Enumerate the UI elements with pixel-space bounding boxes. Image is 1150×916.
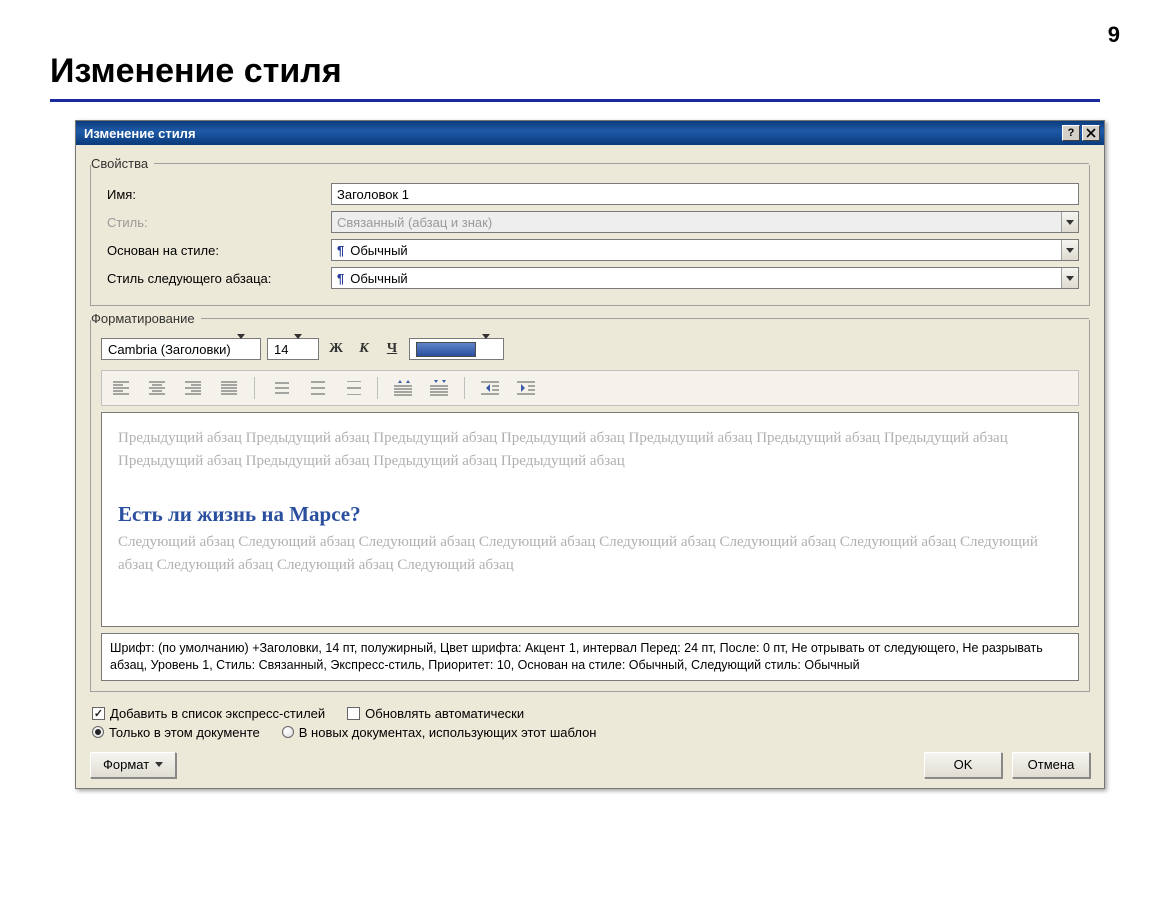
checkbox-unchecked-icon [347, 707, 360, 720]
add-to-quick-styles-checkbox[interactable]: ✓ Добавить в список экспресс-стилей [92, 706, 325, 721]
pilcrow-icon: ¶ [337, 271, 344, 286]
italic-button[interactable]: К [353, 338, 375, 360]
align-center-button[interactable] [146, 378, 168, 398]
properties-group: Свойства Имя: Заголовок 1 Стиль: Связанн… [90, 165, 1090, 306]
increase-indent-button[interactable] [515, 378, 537, 398]
help-button[interactable]: ? [1062, 125, 1080, 141]
style-type-label: Стиль: [101, 215, 331, 230]
only-this-document-radio[interactable]: Только в этом документе [92, 725, 260, 740]
name-label: Имя: [101, 187, 331, 202]
space-before-decrease-button[interactable] [428, 378, 450, 398]
preview-previous-paragraph: Предыдущий абзац Предыдущий абзац Предыд… [118, 427, 1062, 474]
underline-button[interactable]: Ч [381, 338, 403, 360]
font-size-combo[interactable]: 14 [267, 338, 319, 360]
based-on-label: Основан на стиле: [101, 243, 331, 258]
line-spacing-2-button[interactable] [341, 378, 363, 398]
properties-group-label: Свойства [91, 156, 148, 171]
close-button[interactable] [1082, 125, 1100, 141]
chevron-down-icon [155, 762, 163, 771]
next-style-label: Стиль следующего абзаца: [101, 271, 331, 286]
align-justify-button[interactable] [218, 378, 240, 398]
pilcrow-icon: ¶ [337, 243, 344, 258]
chevron-down-icon[interactable] [1061, 268, 1078, 288]
toolbar-separator [377, 377, 378, 399]
options-area: ✓ Добавить в список экспресс-стилей Обно… [92, 706, 1090, 740]
modify-style-dialog: Изменение стиля ? Свойства Имя: Заголово… [75, 120, 1105, 789]
toolbar-separator [464, 377, 465, 399]
formatting-group: Форматирование Cambria (Заголовки) 14 Ж … [90, 320, 1090, 692]
toolbar-separator [254, 377, 255, 399]
chevron-down-icon[interactable] [237, 339, 245, 359]
auto-update-checkbox[interactable]: Обновлять автоматически [347, 706, 524, 721]
next-style-combo[interactable]: ¶Обычный [331, 267, 1079, 289]
new-documents-radio[interactable]: В новых документах, использующих этот ша… [282, 725, 597, 740]
font-combo[interactable]: Cambria (Заголовки) [101, 338, 261, 360]
chevron-down-icon [1061, 212, 1078, 232]
format-button[interactable]: Формат [90, 752, 176, 778]
based-on-combo[interactable]: ¶Обычный [331, 239, 1079, 261]
font-color-combo[interactable] [409, 338, 504, 360]
style-preview: Предыдущий абзац Предыдущий абзац Предыд… [101, 412, 1079, 627]
color-swatch-icon [416, 342, 476, 357]
radio-checked-icon [92, 726, 104, 738]
paragraph-toolbar [101, 370, 1079, 406]
align-right-button[interactable] [182, 378, 204, 398]
checkbox-checked-icon: ✓ [92, 707, 105, 720]
preview-next-paragraph: Следующий абзац Следующий абзац Следующи… [118, 531, 1062, 578]
chevron-down-icon[interactable] [482, 339, 490, 359]
line-spacing-1-button[interactable] [269, 378, 291, 398]
dialog-titlebar: Изменение стиля ? [76, 121, 1104, 145]
bold-button[interactable]: Ж [325, 338, 347, 360]
page-title: Изменение стиля [50, 52, 1100, 91]
decrease-indent-button[interactable] [479, 378, 501, 398]
ok-button[interactable]: OK [924, 752, 1002, 778]
chevron-down-icon[interactable] [294, 339, 302, 359]
formatting-group-label: Форматирование [91, 311, 195, 326]
space-before-increase-button[interactable] [392, 378, 414, 398]
align-left-button[interactable] [110, 378, 132, 398]
dialog-title: Изменение стиля [84, 126, 1060, 141]
page-number: 9 [1108, 22, 1120, 48]
name-input[interactable]: Заголовок 1 [331, 183, 1079, 205]
line-spacing-15-button[interactable] [305, 378, 327, 398]
style-type-combo: Связанный (абзац и знак) [331, 211, 1079, 233]
chevron-down-icon[interactable] [1061, 240, 1078, 260]
style-description: Шрифт: (по умолчанию) +Заголовки, 14 пт,… [101, 633, 1079, 681]
title-rule [50, 99, 1100, 102]
preview-heading: Есть ли жизнь на Марсе? [118, 502, 1062, 527]
cancel-button[interactable]: Отмена [1012, 752, 1090, 778]
radio-unchecked-icon [282, 726, 294, 738]
